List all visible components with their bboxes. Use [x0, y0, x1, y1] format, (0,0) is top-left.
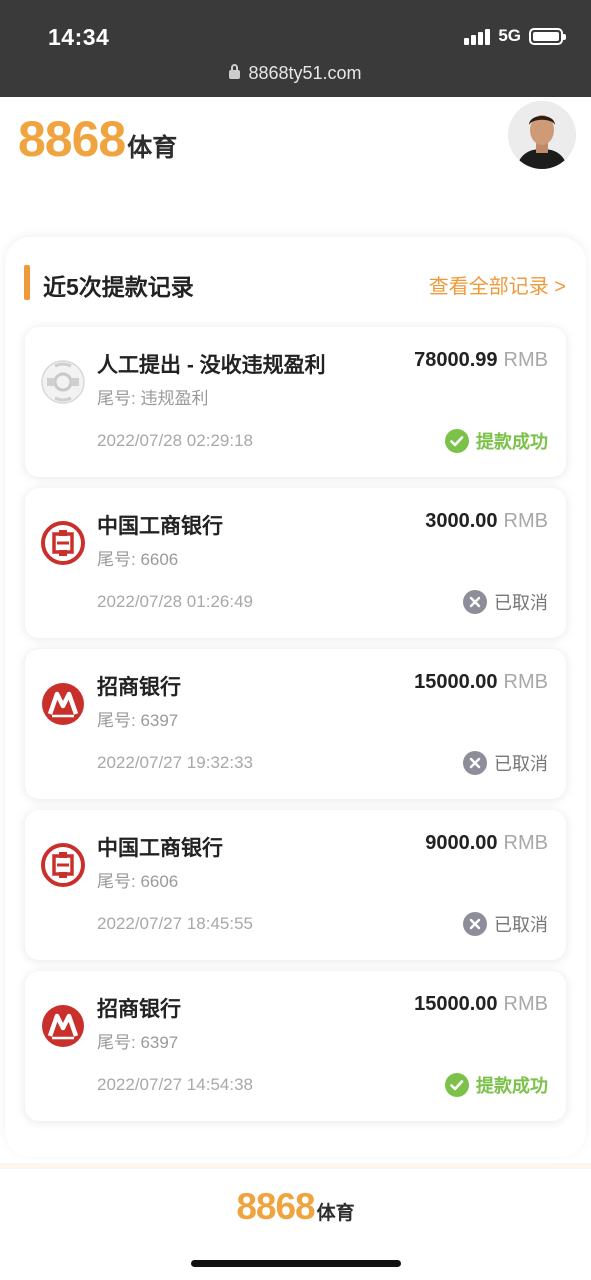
footer-brand-number: 8868: [236, 1186, 315, 1227]
record-status: 已取消: [463, 750, 548, 776]
record-datetime: 2022/07/28 02:29:18: [97, 431, 253, 450]
amount-currency: RMB: [503, 510, 548, 532]
status-label: 已取消: [494, 754, 548, 774]
avatar[interactable]: [508, 101, 576, 169]
status-label: 提款成功: [476, 432, 548, 452]
icbc-logo-icon: [41, 521, 85, 565]
amount-currency: RMB: [503, 993, 548, 1015]
cmb-logo-icon: [42, 1005, 84, 1047]
view-all-records-link[interactable]: 查看全部记录 >: [429, 270, 566, 299]
record-tail-number: 尾号: 6606: [97, 550, 179, 569]
lock-icon: [229, 63, 241, 82]
amount-value: 9000.00: [425, 832, 498, 854]
amount-value: 3000.00: [425, 510, 498, 532]
cancel-circle-icon: [463, 912, 487, 936]
network-label: 5G: [498, 26, 521, 45]
amount-value: 15000.00: [414, 993, 498, 1015]
record-tail-number: 尾号: 违规盈利: [97, 389, 209, 408]
brand-logo[interactable]: 8868 体育: [18, 110, 177, 168]
footer-brand-logo: 8868 体育: [0, 1186, 591, 1228]
address-bar[interactable]: 8868ty51.com: [0, 63, 591, 84]
record-name: 中国工商银行: [97, 515, 223, 538]
amount-currency: RMB: [503, 349, 548, 371]
record-tail-number: 尾号: 6397: [97, 1033, 179, 1052]
cmb-logo-icon: [42, 683, 84, 725]
amount-value: 78000.99: [414, 349, 498, 371]
record-status: 已取消: [463, 589, 548, 615]
home-indicator[interactable]: [191, 1260, 401, 1267]
withdraw-record-card[interactable]: 招商银行 尾号: 6397 15000.00 RMB 2022/07/27 14:…: [25, 971, 566, 1121]
record-amount: 15000.00 RMB: [414, 993, 548, 1016]
manual-withdraw-icon: [41, 360, 85, 404]
record-status: 提款成功: [445, 1072, 548, 1098]
amount-currency: RMB: [503, 832, 548, 854]
status-bar: 14:34 5G 8868ty51.com: [0, 0, 591, 97]
brand-number: 8868: [18, 111, 126, 167]
record-status: 已取消: [463, 911, 548, 937]
url-text: 8868ty51.com: [248, 63, 362, 83]
avatar-person-icon: [508, 101, 576, 169]
record-name: 中国工商银行: [97, 837, 223, 860]
record-datetime: 2022/07/27 14:54:38: [97, 1075, 253, 1094]
status-label: 已取消: [494, 593, 548, 613]
brand-text: 体育: [127, 134, 178, 162]
cancel-circle-icon: [463, 590, 487, 614]
footer-brand-text: 体育: [316, 1203, 355, 1224]
cancel-circle-icon: [463, 751, 487, 775]
record-name: 招商银行: [97, 998, 181, 1021]
footer-divider: [0, 1163, 591, 1169]
record-amount: 78000.99 RMB: [414, 349, 548, 372]
withdraw-record-card[interactable]: 招商银行 尾号: 6397 15000.00 RMB 2022/07/27 19:…: [25, 649, 566, 799]
record-datetime: 2022/07/28 01:26:49: [97, 592, 253, 611]
record-datetime: 2022/07/27 18:45:55: [97, 914, 253, 933]
status-indicators: 5G: [464, 26, 566, 46]
check-circle-icon: [445, 1073, 469, 1097]
record-amount: 9000.00 RMB: [425, 832, 548, 855]
record-tail-number: 尾号: 6397: [97, 711, 179, 730]
check-circle-icon: [445, 429, 469, 453]
record-status: 提款成功: [445, 428, 548, 454]
record-name: 招商银行: [97, 676, 181, 699]
section-title: 近5次提款记录: [43, 274, 194, 300]
amount-currency: RMB: [503, 671, 548, 693]
record-amount: 3000.00 RMB: [425, 510, 548, 533]
withdraw-record-card[interactable]: 中国工商银行 尾号: 6606 3000.00 RMB 2022/07/28 01…: [25, 488, 566, 638]
record-amount: 15000.00 RMB: [414, 671, 548, 694]
status-time: 14:34: [48, 24, 110, 50]
withdraw-record-card[interactable]: 中国工商银行 尾号: 6606 9000.00 RMB 2022/07/27 18…: [25, 810, 566, 960]
status-label: 提款成功: [476, 1076, 548, 1096]
battery-icon: [529, 27, 566, 45]
status-label: 已取消: [494, 915, 548, 935]
icbc-logo-icon: [41, 843, 85, 887]
withdraw-record-card[interactable]: 人工提出 - 没收违规盈利 尾号: 违规盈利 78000.99 RMB 2022/…: [25, 327, 566, 477]
record-tail-number: 尾号: 6606: [97, 872, 179, 891]
record-datetime: 2022/07/27 19:32:33: [97, 753, 253, 772]
section-accent-bar: [24, 265, 30, 300]
amount-value: 15000.00: [414, 671, 498, 693]
record-name: 人工提出 - 没收违规盈利: [97, 354, 326, 377]
signal-icon: [464, 27, 491, 45]
